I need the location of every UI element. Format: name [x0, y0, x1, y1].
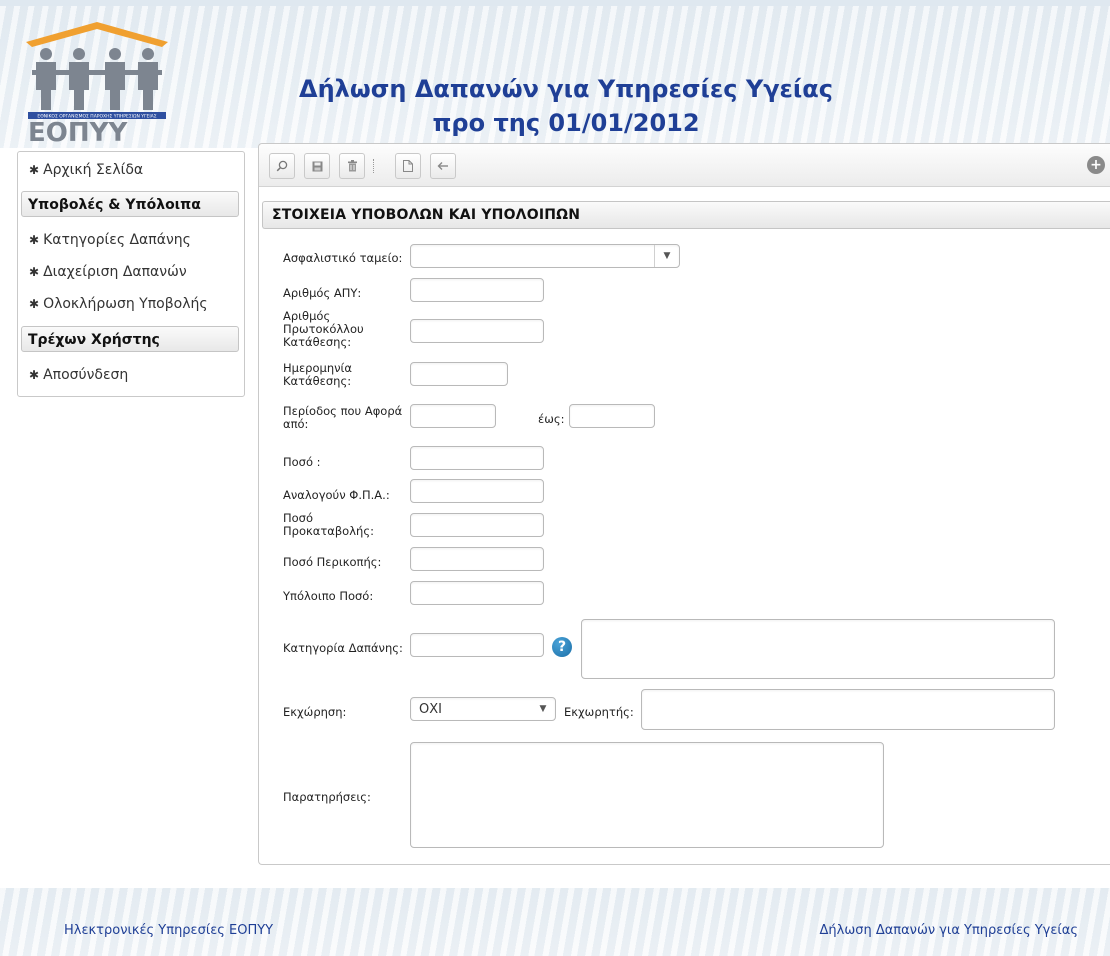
- page-header: ΕΘΝΙΚΟΣ ΟΡΓΑΝΙΣΜΟΣ ΠΑΡΟΧΗΣ ΥΠΗΡΕΣΙΩΝ ΥΓΕ…: [0, 0, 1110, 148]
- vat-label: Αναλογούν Φ.Π.Α.:: [283, 488, 390, 502]
- section-title: ΣΤΟΙΧΕΙΑ ΥΠΟΒΟΛΩΝ ΚΑΙ ΥΠΟΛΟΙΠΩΝ: [262, 201, 1110, 229]
- notes-field[interactable]: [410, 742, 884, 848]
- chevron-down-icon: ▼: [654, 245, 679, 267]
- notes-label: Παρατηρήσεις:: [283, 790, 371, 804]
- help-icon[interactable]: ?: [552, 637, 572, 657]
- assignee-label: Εκχωρητής:: [564, 705, 634, 719]
- delete-button[interactable]: [339, 153, 365, 179]
- date-input[interactable]: [410, 362, 508, 386]
- footer-left-text: Ηλεκτρονικές Υπηρεσίες ΕΟΠΥΥ: [64, 923, 274, 938]
- page-title: Δήλωση Δαπανών για Υπηρεσίες Υγείας προ …: [286, 72, 846, 140]
- amount-label: Ποσό :: [283, 455, 321, 469]
- period-to-input[interactable]: [569, 404, 655, 428]
- category-label: Κατηγορία Δαπάνης:: [283, 641, 403, 655]
- new-document-icon: [403, 160, 413, 172]
- fund-label: Ασφαλιστικό ταμείο:: [283, 251, 403, 265]
- assignee-input[interactable]: [641, 689, 1055, 730]
- category-description-field[interactable]: [581, 619, 1055, 679]
- protocol-label: Αριθμός Πρωτοκόλλου Κατάθεσης:: [283, 309, 364, 349]
- period-from-label: Περίοδος που Αφορά από:: [283, 404, 403, 431]
- sidebar-item-complete[interactable]: ✱ Ολοκλήρωση Υποβολής: [29, 296, 208, 312]
- chevron-down-icon: ▼: [539, 704, 547, 714]
- period-from-input[interactable]: [410, 404, 496, 428]
- delete-icon: [347, 160, 357, 172]
- advance-input[interactable]: [410, 513, 544, 537]
- sidebar-menu: ✱ Αρχική Σελίδα Υποβολές & Υπόλοιπα ✱ Κα…: [17, 151, 245, 397]
- cut-input[interactable]: [410, 547, 544, 571]
- gear-icon: ✱: [29, 233, 40, 247]
- add-icon[interactable]: +: [1087, 156, 1105, 174]
- new-document-button[interactable]: [395, 153, 421, 179]
- apy-input[interactable]: [410, 278, 544, 302]
- back-button[interactable]: [430, 153, 456, 179]
- save-icon: [312, 161, 322, 171]
- save-button[interactable]: [304, 153, 330, 179]
- sidebar-section-submissions: Υποβολές & Υπόλοιπα: [21, 191, 239, 217]
- sidebar-item-home[interactable]: ✱ Αρχική Σελίδα: [29, 162, 143, 178]
- page-footer: Ηλεκτρονικές Υπηρεσίες ΕΟΠΥΥ Δήλωση Δαπα…: [0, 888, 1110, 956]
- sidebar-item-label: Ολοκλήρωση Υποβολής: [43, 296, 208, 312]
- amount-input[interactable]: [410, 446, 544, 470]
- category-input[interactable]: [410, 633, 544, 657]
- protocol-input[interactable]: [410, 319, 544, 343]
- period-to-label: έως:: [538, 412, 565, 426]
- search-icon: [276, 160, 288, 172]
- search-button[interactable]: [269, 153, 295, 179]
- sidebar-section-user: Τρέχων Χρήστης: [21, 326, 239, 352]
- apy-label: Αριθμός ΑΠΥ:: [283, 286, 362, 300]
- sidebar-item-label: Κατηγορίες Δαπάνης: [43, 232, 191, 248]
- gear-icon: ✱: [29, 368, 40, 382]
- toolbar: +: [259, 144, 1110, 187]
- sidebar-item-label: Αρχική Σελίδα: [43, 162, 144, 178]
- eopyy-logo: ΕΘΝΙΚΟΣ ΟΡΓΑΝΙΣΜΟΣ ΠΑΡΟΧΗΣ ΥΠΗΡΕΣΙΩΝ ΥΓΕ…: [26, 22, 168, 142]
- advance-label: Ποσό Προκαταβολής:: [283, 511, 374, 538]
- cut-label: Ποσό Περικοπής:: [283, 555, 382, 569]
- gear-icon: ✱: [29, 265, 40, 279]
- assignment-value: ΟΧΙ: [419, 702, 442, 717]
- fund-select[interactable]: ▼: [410, 244, 680, 268]
- page-title-line2: προ της 01/01/2012: [432, 109, 700, 137]
- page-title-line1: Δήλωση Δαπανών για Υπηρεσίες Υγείας: [299, 75, 833, 103]
- date-label: Ημερομηνία Κατάθεσης:: [283, 361, 353, 388]
- gear-icon: ✱: [29, 163, 40, 177]
- footer-right-text: Δήλωση Δαπανών για Υπηρεσίες Υγείας: [819, 923, 1079, 938]
- gear-icon: ✱: [29, 297, 40, 311]
- sidebar-item-label: Αποσύνδεση: [43, 367, 129, 383]
- remaining-label: Υπόλοιπο Ποσό:: [283, 589, 374, 603]
- toolbar-separator: [373, 159, 378, 173]
- remaining-input[interactable]: [410, 581, 544, 605]
- logo-text: ΕΟΠΥΥ: [28, 118, 128, 142]
- sidebar-item-logout[interactable]: ✱ Αποσύνδεση: [29, 367, 128, 383]
- back-arrow-icon: [437, 162, 448, 170]
- vat-input[interactable]: [410, 479, 544, 503]
- sidebar-item-manage[interactable]: ✱ Διαχείριση Δαπανών: [29, 264, 187, 280]
- sidebar-item-categories[interactable]: ✱ Κατηγορίες Δαπάνης: [29, 232, 191, 248]
- assignment-label: Εκχώρηση:: [283, 705, 347, 719]
- sidebar-item-label: Διαχείριση Δαπανών: [43, 264, 187, 280]
- assignment-select[interactable]: ΟΧΙ ▼: [410, 697, 556, 721]
